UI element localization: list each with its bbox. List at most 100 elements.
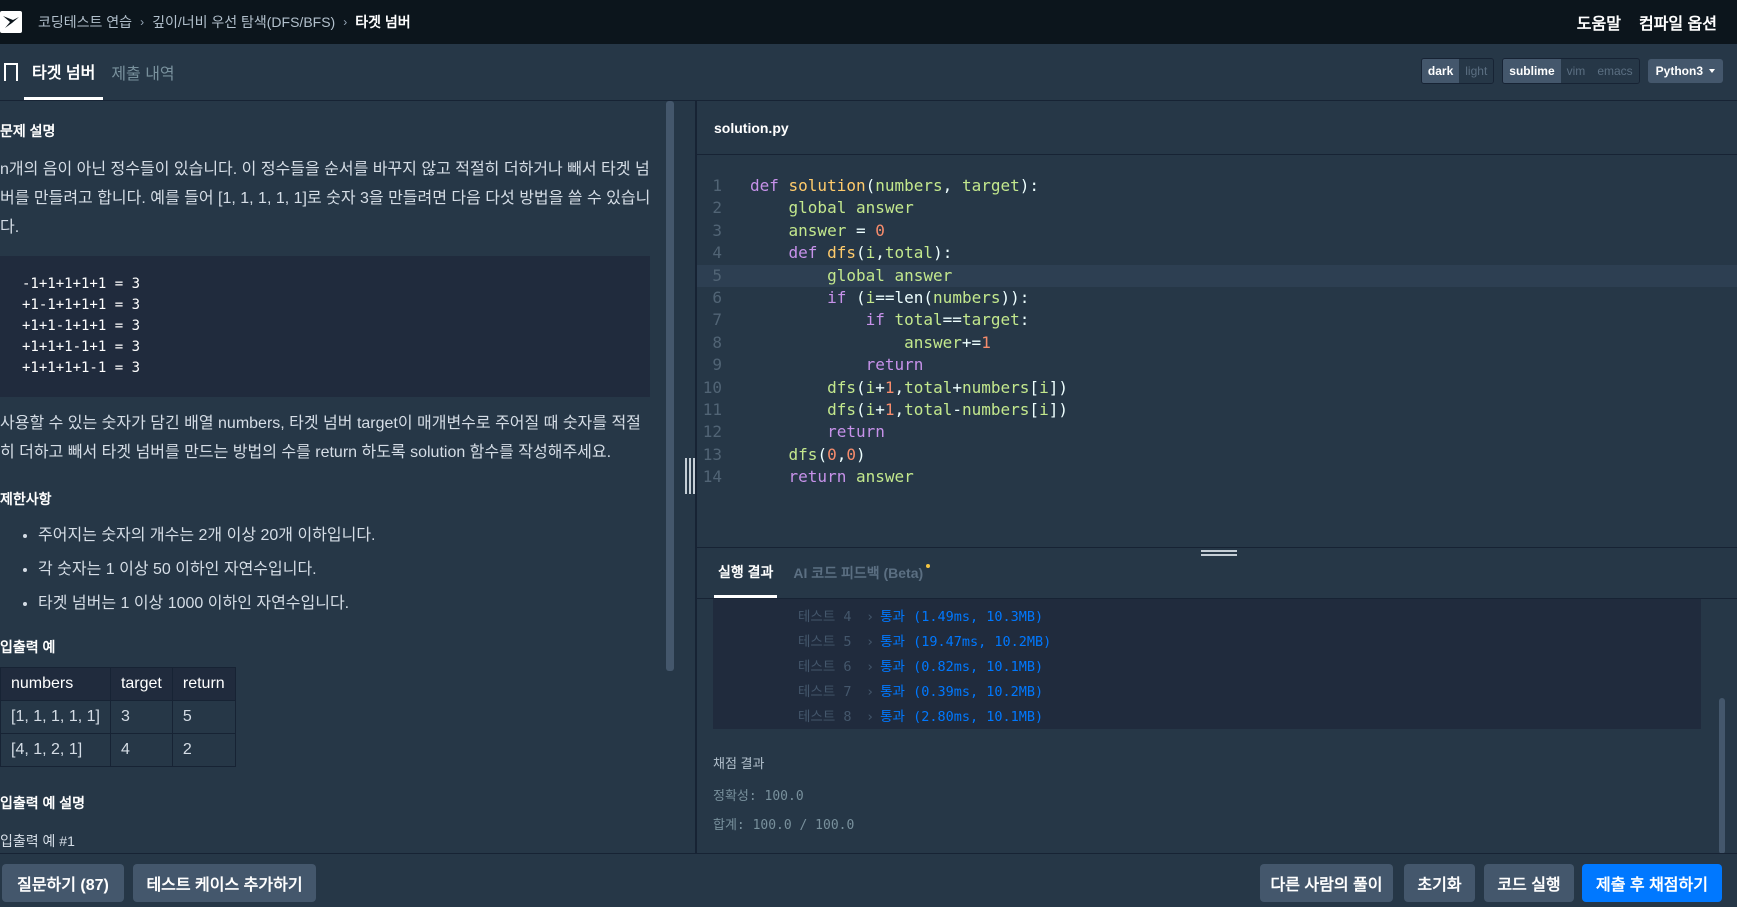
task-line: 히 더하고 빼서 타겟 넘버를 만드는 방법의 수를 return 하도록 so… [0,444,612,461]
table-cell: 3 [109,700,173,734]
chevron-right-icon: › [866,634,875,650]
chevron-right-icon: › [866,609,875,625]
language-select[interactable]: Python3 [1647,59,1723,83]
tab-submissions[interactable]: 제출 내역 [103,44,182,100]
theme-light-option[interactable]: light [1459,59,1494,83]
list-item: 테스트 5 › 통과 (19.47ms, 10.2MB) [798,630,1701,655]
code-line: 13 dfs(0, 0) [702,444,866,464]
table-row: [1, 1, 1, 1, 1] 3 5 [0,700,236,734]
test-case-label: 테스트 5 [798,634,852,650]
task-line: 사용할 수 있는 숫자가 담긴 배열 numbers, 타겟 넘버 target… [0,415,641,432]
chevron-right-icon: › [866,684,875,700]
description-line: 다. [0,219,20,236]
code-line: 3 answer = 0 [712,220,885,240]
code-line: 2 global answer [712,198,914,218]
run-code-button[interactable]: 코드 실행 [1484,864,1574,902]
io-example-table: numbers target return [1, 1, 1, 1, 1] 3 … [0,667,236,767]
bookmark-icon[interactable] [4,63,18,81]
theme-dark-option[interactable]: dark [1421,59,1460,83]
breadcrumb-item-practice[interactable]: 코딩테스트 연습 [38,12,132,32]
programmers-logo-icon[interactable] [0,11,22,33]
table-header-row: numbers target return [0,667,236,701]
compile-options-link[interactable]: 컴파일 옵션 [1639,10,1717,34]
list-item: 테스트 8 › 통과 (2.80ms, 10.1MB) [798,705,1701,730]
test-case-label: 테스트 7 [798,684,852,700]
reset-button[interactable]: 초기화 [1404,864,1475,902]
chevron-right-icon: › [866,709,875,725]
code-line-active: 5 global answer [697,264,1737,287]
problem-description-panel: 문제 설명 n개의 음이 아닌 정수들이 있습니다. 이 정수들을 순서를 바꾸… [0,101,676,853]
tab-ai-feedback[interactable]: AI 코드 피드백 (Beta) [789,548,934,598]
chevron-right-icon: › [343,15,348,29]
chevron-right-icon: › [866,659,875,675]
description-heading: 문제 설명 [0,123,56,139]
test-case-result: 통과 (2.80ms, 10.1MB) [880,709,1044,725]
test-case-label: 테스트 6 [798,659,852,675]
tab-run-result[interactable]: 실행 결과 [714,548,778,598]
code-line: 12 return [702,422,885,442]
test-case-label: 테스트 8 [798,709,852,725]
constraint-item: 타겟 넘버는 1 이상 1000 이하인 자연수입니다. [38,587,676,621]
test-results-list: 테스트 4 › 통과 (1.49ms, 10.3MB) 테스트 5 › 통과 (19.4… [713,599,1701,729]
test-case-result: 통과 (0.39ms, 10.2MB) [880,684,1044,700]
keymap-toggle: sublime vim emacs [1502,58,1640,84]
table-cell: 2 [171,733,236,767]
grading-summary: 채점 결과 정확성: 100.0 합계: 100.0 / 100.0 [713,753,854,833]
example-code-block: -1+1+1+1+1 = 3 +1-1+1+1+1 = 3 +1+1-1+1+1… [0,256,650,397]
code-line: 9 return [712,355,924,375]
table-cell: 4 [109,733,173,767]
table-cell: [4, 1, 2, 1] [0,733,111,767]
ask-question-button[interactable]: 질문하기 (87) [2,864,124,902]
problem-tab-bar: 타겟 넘버 제출 내역 dark light sublime vim emacs… [0,44,1737,101]
theme-toggle: dark light [1420,58,1495,84]
code-line: 7 if total == target: [712,310,1030,330]
code-line: 1 def solution(numbers, target): [712,176,1039,195]
code-line: 6 if (i ==len(numbers)): [712,287,1030,307]
keymap-sublime-option[interactable]: sublime [1503,59,1561,83]
result-resize-grip-icon[interactable] [1201,550,1237,558]
code-line: 4 def dfs(i, total): [712,243,953,263]
breadcrumb-item-category[interactable]: 깊이/너비 우선 탐색(DFS/BFS) [152,12,335,32]
editor-settings: dark light sublime vim emacs Python3 [1420,58,1723,84]
code-line: 8 answer += 1 [712,332,991,352]
table-header-cell: numbers [0,667,111,701]
help-link[interactable]: 도움말 [1577,10,1621,34]
code-line: -1+1+1+1+1 = 3 [22,276,141,292]
total-score: 합계: 100.0 / 100.0 [713,818,855,833]
code-line: +1-1+1+1+1 = 3 [22,297,141,313]
tab-problem[interactable]: 타겟 넘버 [24,44,104,100]
keymap-vim-option[interactable]: vim [1560,59,1592,83]
breadcrumb-item-current: 타겟 넘버 [355,14,411,30]
panel-resize-handle[interactable] [684,458,696,494]
code-editor[interactable]: 1 def solution(numbers, target): 2 global… [697,155,1737,547]
code-line: +1+1-1+1+1 = 3 [22,318,141,334]
table-cell: [1, 1, 1, 1, 1] [0,700,111,734]
tab-ai-feedback-label: AI 코드 피드백 (Beta) [793,565,924,581]
test-case-result: 통과 (1.49ms, 10.3MB) [880,609,1044,625]
submit-button[interactable]: 제출 후 채점하기 [1582,864,1722,902]
language-select-value: Python3 [1655,64,1703,78]
description-text: n개의 음이 아닌 정수들이 있습니다. 이 정수들을 순서를 바꾸지 않고 적… [0,155,676,242]
test-case-result: 통과 (19.47ms, 10.2MB) [880,634,1052,650]
accuracy-score: 정확성: 100.0 [713,789,804,804]
add-testcase-button[interactable]: 테스트 케이스 추가하기 [133,864,316,902]
task-text: 사용할 수 있는 숫자가 담긴 배열 numbers, 타겟 넘버 target… [0,409,676,467]
table-row: [4, 1, 2, 1] 4 2 [0,733,236,767]
test-case-result: 통과 (0.82ms, 10.1MB) [880,659,1044,675]
list-item: 테스트 6 › 통과 (0.82ms, 10.1MB) [798,655,1701,680]
table-header-cell: return [171,667,236,701]
new-badge-dot-icon [926,564,931,568]
bottom-action-bar: 질문하기 (87) 테스트 케이스 추가하기 다른 사람의 풀이 초기화 코드 … [0,853,1737,907]
others-solutions-button[interactable]: 다른 사람의 풀이 [1260,864,1393,902]
list-item: 테스트 7 › 통과 (0.39ms, 10.2MB) [798,680,1701,705]
result-scrollbar[interactable] [1719,698,1725,854]
breadcrumb: 코딩테스트 연습 › 깊이/너비 우선 탐색(DFS/BFS) › 타겟 넘버 [38,12,411,32]
description-line: 버를 만들려고 합니다. 예를 들어 [1, 1, 1, 1, 1]로 숫자 3… [0,190,651,207]
constraint-item: 주어지는 숫자의 개수는 2개 이상 20개 이하입니다. [38,519,676,553]
keymap-emacs-option[interactable]: emacs [1591,59,1639,83]
code-line: 11 dfs(i +1, total - numbers[i]) [702,399,1068,419]
description-scrollbar[interactable] [666,101,674,671]
caret-down-icon [1709,69,1715,73]
editor-filename: solution.py [714,119,789,136]
constraints-list: 주어지는 숫자의 개수는 2개 이상 20개 이하입니다. 각 숫자는 1 이상… [20,519,676,621]
